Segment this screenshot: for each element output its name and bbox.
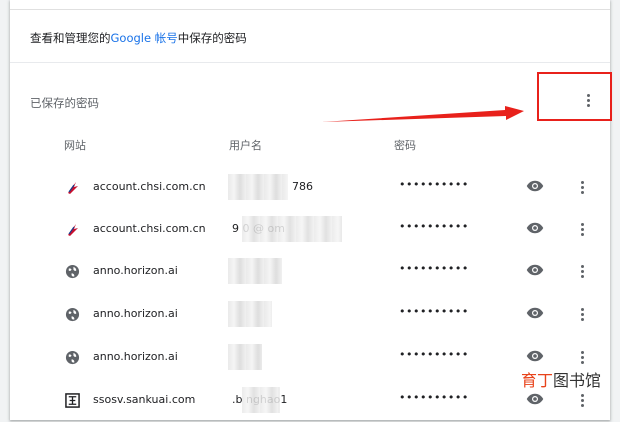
username-redaction [242,387,280,413]
password-row: anno.horizon.ai •••••••••• [10,250,610,293]
more-vert-icon [580,222,584,236]
show-password-icon[interactable] [526,263,544,277]
username-redaction [228,174,288,200]
row-more-button[interactable] [574,304,590,324]
row-more-button[interactable] [574,390,590,410]
row-password: •••••••••• [399,178,469,191]
row-more-button[interactable] [574,347,590,367]
manage-suffix: 中保存的密码 [177,31,247,45]
manage-prefix: 查看和管理您的 [30,31,111,45]
manage-passwords-text: 查看和管理您的Google 帐号中保存的密码 [30,30,247,46]
globe-icon [65,264,80,279]
row-site[interactable]: ssosv.sankuai.com [93,393,195,406]
sankuai-logo-icon [65,393,80,408]
username-redaction [242,216,342,242]
show-password-icon[interactable] [526,179,544,193]
globe-icon [65,350,80,365]
row-password: •••••••••• [399,348,469,361]
row-site[interactable]: account.chsi.com.cn [93,180,206,193]
top-divider [10,9,610,10]
site-watermark: 育丁图书馆 [519,367,604,391]
show-password-icon[interactable] [526,349,544,363]
section-divider [10,62,610,63]
more-vert-icon [580,264,584,278]
password-row: anno.horizon.ai •••••••••• [10,293,610,336]
more-vert-icon [580,307,584,321]
more-vert-icon [580,393,584,407]
row-password: •••••••••• [399,220,469,233]
chsi-logo-icon [68,224,78,236]
more-vert-icon [586,93,590,107]
row-password: •••••••••• [399,305,469,318]
row-more-button[interactable] [574,261,590,281]
username-redaction [228,301,272,327]
globe-icon [65,307,80,322]
row-username: 786 [292,180,313,193]
column-header-password: 密码 [394,139,416,152]
username-redaction [228,344,262,370]
watermark-part-b: 图书馆 [553,371,602,390]
row-password: •••••••••• [399,262,469,275]
show-password-icon[interactable] [526,221,544,235]
more-vert-icon [580,350,584,364]
row-more-button[interactable] [574,177,590,197]
saved-passwords-title: 已保存的密码 [30,96,99,110]
chsi-logo-icon [68,182,78,194]
more-vert-icon [580,180,584,194]
show-password-icon[interactable] [526,392,544,406]
column-header-site: 网站 [64,139,86,152]
show-password-icon[interactable] [526,306,544,320]
row-site[interactable]: account.chsi.com.cn [93,222,206,235]
row-site[interactable]: anno.horizon.ai [93,264,178,277]
watermark-part-a: 育丁 [521,371,554,390]
username-redaction [228,258,282,284]
password-row: account.chsi.com.cn 9 0 @ om •••••••••• [10,208,610,251]
row-site[interactable]: anno.horizon.ai [93,350,178,363]
row-site[interactable]: anno.horizon.ai [93,307,178,320]
column-header-username: 用户名 [229,139,262,152]
row-more-button[interactable] [574,219,590,239]
google-account-link[interactable]: Google 帐号 [111,31,178,45]
saved-passwords-menu-button[interactable] [578,90,598,110]
password-row: account.chsi.com.cn 786 •••••••••• [10,166,610,209]
row-password: •••••••••• [399,391,469,404]
